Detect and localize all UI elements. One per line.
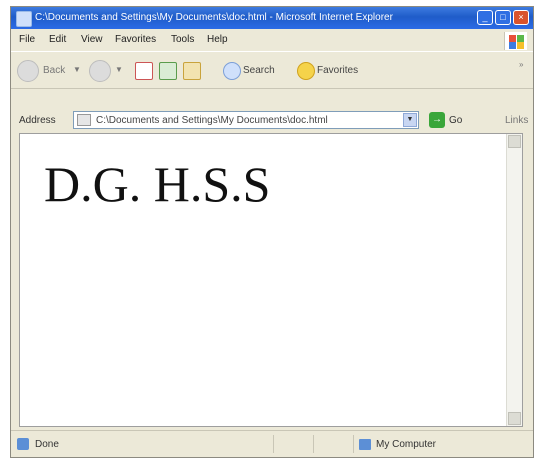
- browser-window: C:\Documents and Settings\My Documents\d…: [10, 6, 534, 458]
- status-text: Done: [35, 439, 59, 450]
- standard-toolbar: Back ▼ ▼ Search Favorites »: [11, 51, 533, 89]
- browser-app-icon[interactable]: [16, 11, 32, 27]
- back-dropdown-icon[interactable]: ▼: [73, 65, 81, 74]
- home-icon[interactable]: [183, 62, 201, 80]
- favorites-star-icon[interactable]: [297, 62, 315, 80]
- toolbar-chevron-icon[interactable]: »: [519, 60, 523, 69]
- scroll-up-arrow-icon[interactable]: [508, 135, 521, 148]
- scroll-down-arrow-icon[interactable]: [508, 412, 521, 425]
- menu-view[interactable]: View: [81, 34, 103, 45]
- menu-edit[interactable]: Edit: [49, 34, 66, 45]
- status-bar: Done My Computer: [11, 430, 533, 457]
- go-button[interactable]: Go: [449, 115, 462, 126]
- search-button-label[interactable]: Search: [243, 65, 275, 76]
- computer-icon: [359, 439, 371, 450]
- vertical-scrollbar[interactable]: [506, 134, 522, 426]
- stop-icon[interactable]: [135, 62, 153, 80]
- menu-help[interactable]: Help: [207, 34, 228, 45]
- forward-arrow-icon[interactable]: [89, 60, 111, 82]
- title-bar[interactable]: C:\Documents and Settings\My Documents\d…: [11, 7, 533, 29]
- status-pane: [313, 435, 353, 453]
- address-label: Address: [19, 115, 56, 126]
- windows-logo-icon: [504, 32, 527, 50]
- refresh-icon[interactable]: [159, 62, 177, 80]
- favorites-button-label[interactable]: Favorites: [317, 65, 358, 76]
- address-dropdown-icon[interactable]: ▼: [403, 113, 417, 127]
- links-button[interactable]: Links: [505, 115, 528, 126]
- window-title: C:\Documents and Settings\My Documents\d…: [35, 12, 393, 23]
- back-arrow-icon[interactable]: [17, 60, 39, 82]
- search-icon[interactable]: [223, 62, 241, 80]
- back-button-label[interactable]: Back: [43, 65, 65, 76]
- status-pane: [273, 435, 313, 453]
- forward-dropdown-icon[interactable]: ▼: [115, 65, 123, 74]
- maximize-button[interactable]: □: [495, 10, 511, 25]
- go-arrow-icon[interactable]: →: [429, 112, 445, 128]
- menu-bar: File Edit View Favorites Tools Help: [11, 30, 533, 50]
- close-button[interactable]: ×: [513, 10, 529, 25]
- address-input[interactable]: C:\Documents and Settings\My Documents\d…: [73, 111, 419, 129]
- page-viewport: D.G. H.S.S: [19, 133, 523, 427]
- minimize-button[interactable]: _: [477, 10, 493, 25]
- menu-file[interactable]: File: [19, 34, 35, 45]
- address-url[interactable]: C:\Documents and Settings\My Documents\d…: [96, 115, 328, 126]
- menu-favorites[interactable]: Favorites: [115, 34, 156, 45]
- page-icon: [77, 114, 91, 126]
- security-zone: My Computer: [376, 439, 437, 450]
- menu-tools[interactable]: Tools: [171, 34, 194, 45]
- address-bar: Address C:\Documents and Settings\My Doc…: [11, 108, 533, 132]
- page-heading: D.G. H.S.S: [44, 156, 271, 212]
- page-status-icon: [17, 438, 29, 450]
